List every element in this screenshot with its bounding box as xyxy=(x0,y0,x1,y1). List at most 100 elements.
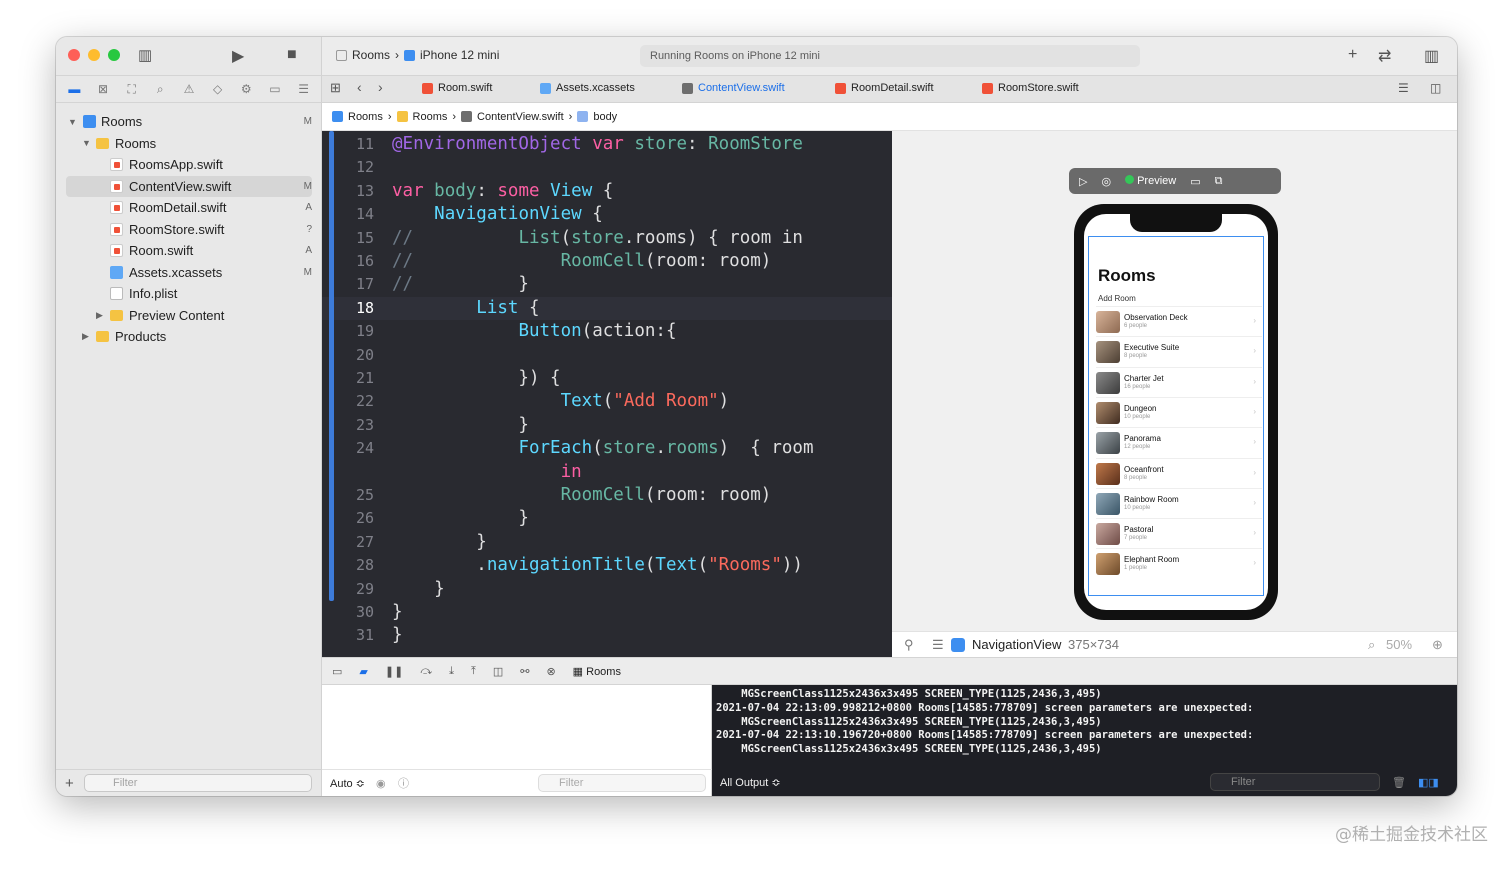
room-cell[interactable]: Rainbow Room 10 people › xyxy=(1096,487,1262,518)
breakpoints-icon[interactable]: ▰ xyxy=(359,665,367,678)
warning-icon[interactable]: ⚠ xyxy=(179,82,199,96)
code-text[interactable]: in xyxy=(392,461,582,484)
inspect-icon[interactable]: ◎ xyxy=(1101,175,1111,188)
breadcrumb-item[interactable]: Rooms xyxy=(413,111,448,123)
add-icon[interactable]: + xyxy=(65,775,74,792)
tree-item-group[interactable]: ▶ Products xyxy=(56,326,322,348)
code-text[interactable]: .navigationTitle(Text("Rooms")) xyxy=(392,554,803,577)
line-number[interactable]: 13 xyxy=(322,180,374,203)
tree-item-file[interactable]: Room.swift A xyxy=(56,240,322,262)
code-editor[interactable]: 11 @EnvironmentObject var store: RoomStor… xyxy=(322,131,892,657)
code-text[interactable]: // } xyxy=(392,273,529,296)
line-number[interactable]: 25 xyxy=(322,484,374,507)
pin-icon[interactable]: ⚲ xyxy=(904,637,914,653)
tree-item-group[interactable]: ▶ Preview Content xyxy=(56,305,322,327)
swap-icon[interactable]: ⇄ xyxy=(1378,46,1391,66)
code-text[interactable]: // List(store.rooms) { room in xyxy=(392,227,803,250)
room-cell[interactable]: Elephant Room 1 people › xyxy=(1096,548,1262,578)
step-out-icon[interactable]: ⤒ xyxy=(471,665,476,678)
pause-icon[interactable]: ❚❚ xyxy=(385,665,403,678)
code-text[interactable]: NavigationView { xyxy=(392,203,603,226)
view-hierarchy-icon[interactable]: ◫ xyxy=(493,665,503,678)
debug-target[interactable]: ▦ Rooms xyxy=(573,665,621,678)
simulate-location-icon[interactable]: ⊗ xyxy=(546,665,555,678)
room-cell[interactable]: Oceanfront 8 people › xyxy=(1096,457,1262,488)
chevron-right-icon[interactable]: ▶ xyxy=(82,331,92,342)
hide-debug-icon[interactable]: ▭ xyxy=(332,665,342,678)
tree-item-file[interactable]: RoomsApp.swift xyxy=(56,154,322,176)
code-text[interactable]: Text("Add Room") xyxy=(392,390,730,413)
info-icon[interactable]: ⓘ xyxy=(398,775,409,791)
room-cell[interactable]: Observation Deck 6 people › xyxy=(1096,306,1262,336)
minimize-window-button[interactable] xyxy=(88,49,100,61)
room-cell[interactable]: Charter Jet 16 people › xyxy=(1096,366,1262,397)
navigator-filter-input[interactable]: Filter xyxy=(84,774,312,792)
line-number[interactable]: 24 xyxy=(322,437,374,460)
code-text[interactable]: Button(action:{ xyxy=(392,320,676,343)
breadcrumb-item[interactable]: ContentView.swift xyxy=(477,111,564,123)
breadcrumb-item[interactable]: Rooms xyxy=(348,111,383,123)
hierarchy-icon[interactable]: ⛶ xyxy=(122,82,142,97)
code-text[interactable]: } xyxy=(392,507,529,530)
inspector-toggle-icon[interactable]: ▥ xyxy=(1424,46,1439,66)
line-number[interactable]: 29 xyxy=(322,578,374,601)
close-window-button[interactable] xyxy=(68,49,80,61)
line-number[interactable]: 19 xyxy=(322,320,374,343)
line-number[interactable]: 14 xyxy=(322,203,374,226)
line-number[interactable]: 23 xyxy=(322,414,374,437)
line-number[interactable]: 11 xyxy=(322,133,374,156)
code-text[interactable]: } xyxy=(392,624,403,647)
chevron-right-icon[interactable]: › xyxy=(378,79,383,95)
sidebar-toggle-icon[interactable]: ▥ xyxy=(138,46,152,64)
test-icon[interactable]: ◇ xyxy=(208,82,228,96)
tab-assets[interactable]: Assets.xcassets xyxy=(540,82,635,94)
variable-scope-select[interactable]: Auto ≎ xyxy=(330,777,365,790)
add-room-button[interactable]: Add Room xyxy=(1098,294,1136,303)
tab-roomdetail-swift[interactable]: RoomDetail.swift xyxy=(835,82,934,94)
run-icon[interactable]: ▶ xyxy=(232,46,244,66)
stop-icon[interactable]: ■ xyxy=(287,46,297,64)
output-select[interactable]: All Output ≎ xyxy=(720,776,781,789)
split-editor-icon[interactable]: ◫ xyxy=(1430,81,1441,95)
tree-item-file[interactable]: RoomDetail.swift A xyxy=(56,197,322,219)
step-over-icon[interactable]: ⤼ xyxy=(420,665,432,678)
line-number[interactable]: 17 xyxy=(322,273,374,296)
tree-item-file-selected[interactable]: ContentView.swift M xyxy=(66,175,312,197)
trash-icon[interactable]: 🗑 xyxy=(1392,776,1406,789)
add-icon[interactable]: + xyxy=(1348,46,1357,64)
zoom-out-icon[interactable]: ⌕ xyxy=(1368,637,1375,653)
eye-icon[interactable]: ◉ xyxy=(376,777,386,790)
line-number[interactable]: 31 xyxy=(322,624,374,647)
live-preview-icon[interactable]: ▷ xyxy=(1079,175,1087,188)
list-icon[interactable]: ☰ xyxy=(932,637,944,653)
tree-item-file[interactable]: Assets.xcassets M xyxy=(56,262,322,284)
search-icon[interactable]: ⌕ xyxy=(150,82,170,97)
code-text[interactable]: @EnvironmentObject var store: RoomStore xyxy=(392,133,803,156)
line-number[interactable]: 18 xyxy=(322,297,374,320)
code-text[interactable]: ForEach(store.rooms) { room xyxy=(392,437,813,460)
variables-filter-input[interactable]: Filter xyxy=(538,774,706,792)
code-text[interactable]: var body: some View { xyxy=(392,180,613,203)
console-output[interactable]: MGScreenClass1125x2436x3x495 SCREEN_TYPE… xyxy=(712,685,1457,796)
room-cell[interactable]: Dungeon 10 people › xyxy=(1096,396,1262,427)
tree-item-file[interactable]: Info.plist xyxy=(56,283,322,305)
code-text[interactable]: RoomCell(room: room) xyxy=(392,484,772,507)
tree-item-group[interactable]: ▼ Rooms xyxy=(56,133,322,155)
folder-icon[interactable]: ▬ xyxy=(64,82,84,96)
chevron-left-icon[interactable]: ‹ xyxy=(357,79,362,95)
tab-room-swift[interactable]: Room.swift xyxy=(422,82,492,94)
code-text[interactable]: } xyxy=(392,578,445,601)
console-filter-input[interactable]: Filter xyxy=(1210,773,1380,791)
code-text[interactable]: } xyxy=(392,531,487,554)
room-cell[interactable]: Panorama 12 people › xyxy=(1096,427,1262,457)
tab-contentview-swift[interactable]: ContentView.swift xyxy=(682,82,785,94)
report-icon[interactable]: ☰ xyxy=(294,82,314,96)
tree-item-file[interactable]: RoomStore.swift ? xyxy=(56,219,322,241)
code-text[interactable]: List { xyxy=(392,297,539,320)
split-console-icon[interactable]: ◧◨ xyxy=(1418,776,1439,789)
code-text[interactable]: }) { xyxy=(392,367,560,390)
line-number[interactable]: 27 xyxy=(322,531,374,554)
code-text[interactable]: } xyxy=(392,601,403,624)
source-control-icon[interactable]: ⊠ xyxy=(93,82,113,96)
debug-icon[interactable]: ⚙ xyxy=(236,82,256,96)
